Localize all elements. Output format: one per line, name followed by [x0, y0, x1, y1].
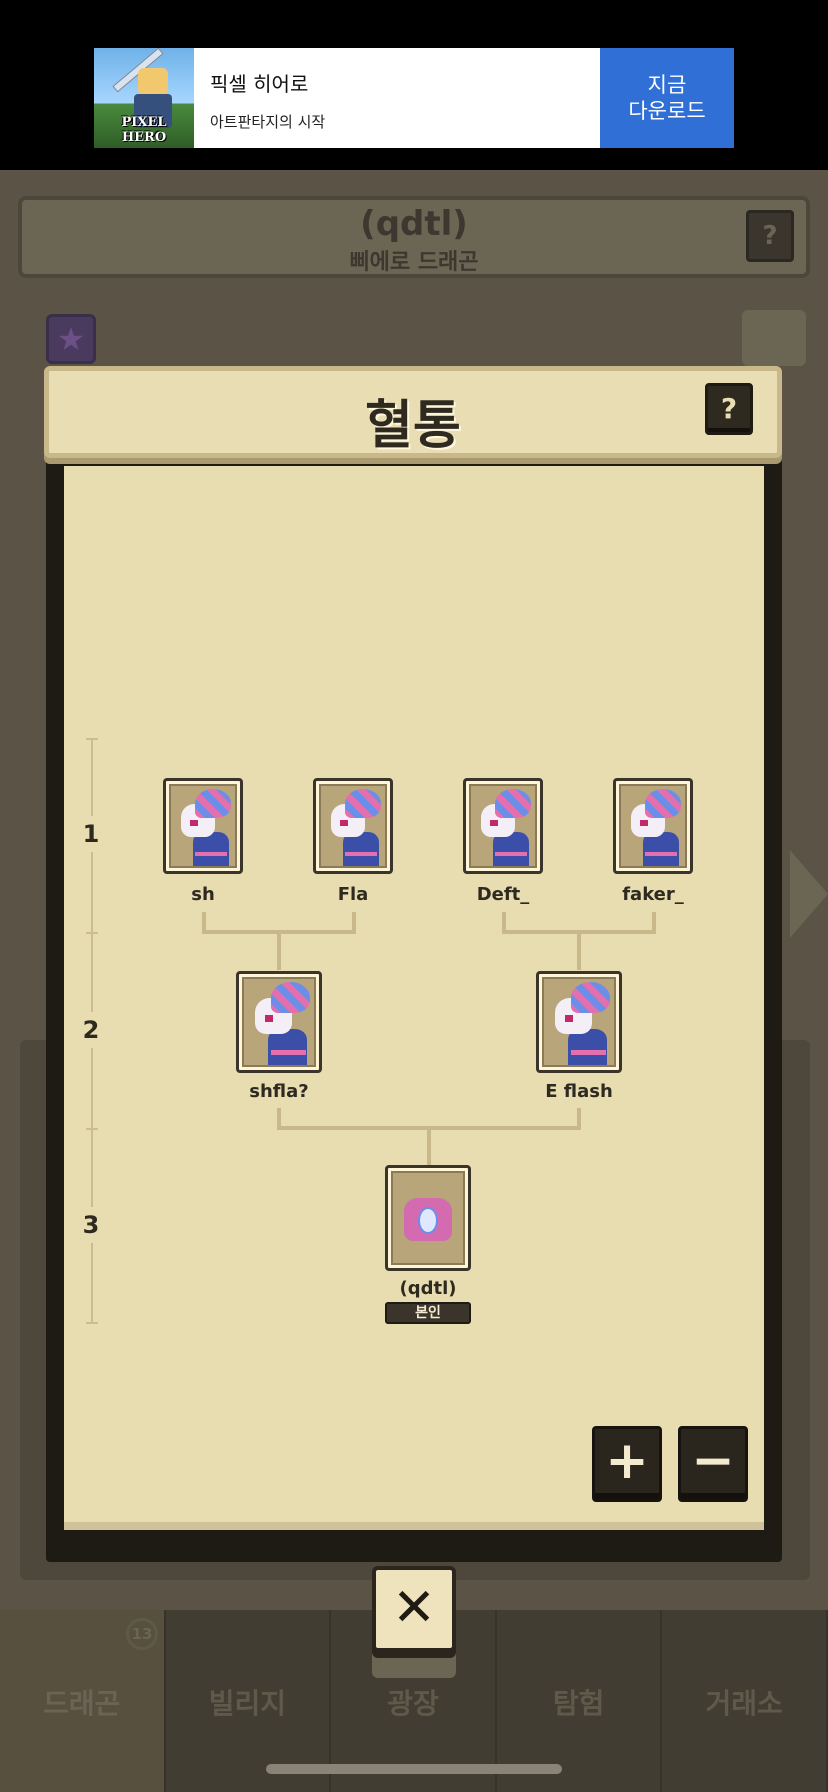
tab-label: 광장 — [387, 1687, 439, 1720]
ancestor-card[interactable] — [613, 778, 693, 874]
ad-text-block[interactable]: 픽셀 히어로 아트판타지의 시작 — [194, 48, 600, 148]
dragon-header: (qdtl) 삐에로 드래곤 — [18, 196, 810, 278]
tab-label: 거래소 — [705, 1687, 783, 1720]
generation-label: 3 — [70, 1207, 112, 1243]
generation-tick — [86, 932, 98, 934]
home-indicator[interactable] — [266, 1764, 562, 1774]
tab-label: 드래곤 — [43, 1687, 121, 1720]
dragon-portrait — [619, 784, 687, 868]
close-button-base — [372, 1650, 456, 1678]
connector-line — [427, 1126, 431, 1166]
generation-tick — [86, 738, 98, 740]
ad-download-label: 지금 다운로드 — [628, 72, 706, 123]
ancestor-card[interactable] — [313, 778, 393, 874]
dragon-portrait — [542, 977, 616, 1067]
self-badge: 본인 — [385, 1302, 471, 1324]
dragon-portrait — [242, 977, 316, 1067]
modal-title: 혈통 — [365, 396, 461, 456]
modal-help-button[interactable]: ? — [705, 383, 753, 435]
tab-label: 탐험 — [552, 1687, 605, 1720]
tab-exchange: 거래소 — [662, 1610, 828, 1792]
ad-logo-text: PIXEL HERO — [121, 115, 167, 145]
ancestor-card[interactable] — [163, 778, 243, 874]
ad-download-button[interactable]: 지금 다운로드 — [600, 48, 734, 148]
next-arrow-icon — [790, 850, 828, 938]
connector-line — [577, 930, 581, 970]
ad-subtitle: 아트판타지의 시작 — [210, 113, 326, 131]
ancestor-name: Fla — [337, 884, 369, 905]
generation-tick — [86, 1128, 98, 1130]
modal-header: 혈통 ? — [44, 366, 782, 458]
parent-name: shfla? — [249, 1081, 309, 1102]
generation-tick — [86, 1322, 98, 1324]
self-name: (qdtl) — [399, 1278, 457, 1299]
star-icon: ★ — [46, 314, 96, 364]
zoom-in-button[interactable]: + — [592, 1426, 662, 1502]
ribbon-button — [742, 310, 806, 366]
pedigree-canvas[interactable] — [64, 466, 764, 1530]
ancestor-name: sh — [191, 884, 215, 905]
notification-badge: 13 — [126, 1618, 158, 1650]
header-help-button: ? — [746, 210, 794, 262]
zoom-out-button[interactable]: − — [678, 1426, 748, 1502]
dragon-portrait — [319, 784, 387, 868]
parent-card[interactable] — [536, 971, 622, 1073]
connector-line — [277, 930, 281, 970]
parent-name: E flash — [545, 1081, 613, 1102]
hero-head — [138, 68, 168, 94]
parent-card[interactable] — [236, 971, 322, 1073]
egg-outfit-portrait — [391, 1171, 465, 1265]
dragon-breed: 삐에로 드래곤 — [349, 250, 479, 275]
ancestor-name: Deft_ — [476, 884, 530, 905]
tab-dragon: 13 드래곤 — [0, 1610, 166, 1792]
self-card[interactable] — [385, 1165, 471, 1271]
generation-label: 1 — [70, 816, 112, 852]
ad-title: 픽셀 히어로 — [210, 72, 309, 96]
dragon-portrait — [469, 784, 537, 868]
ancestor-card[interactable] — [463, 778, 543, 874]
ancestor-name: faker_ — [622, 884, 684, 905]
generation-label: 2 — [70, 1012, 112, 1048]
ad-app-icon[interactable]: PIXEL HERO — [94, 48, 194, 148]
tab-label: 빌리지 — [208, 1687, 287, 1720]
ad-banner[interactable]: PIXEL HERO 픽셀 히어로 아트판타지의 시작 지금 다운로드 — [94, 48, 734, 148]
close-button[interactable]: ✕ — [372, 1566, 456, 1652]
dragon-portrait — [169, 784, 237, 868]
dragon-name: (qdtl) — [360, 204, 468, 244]
